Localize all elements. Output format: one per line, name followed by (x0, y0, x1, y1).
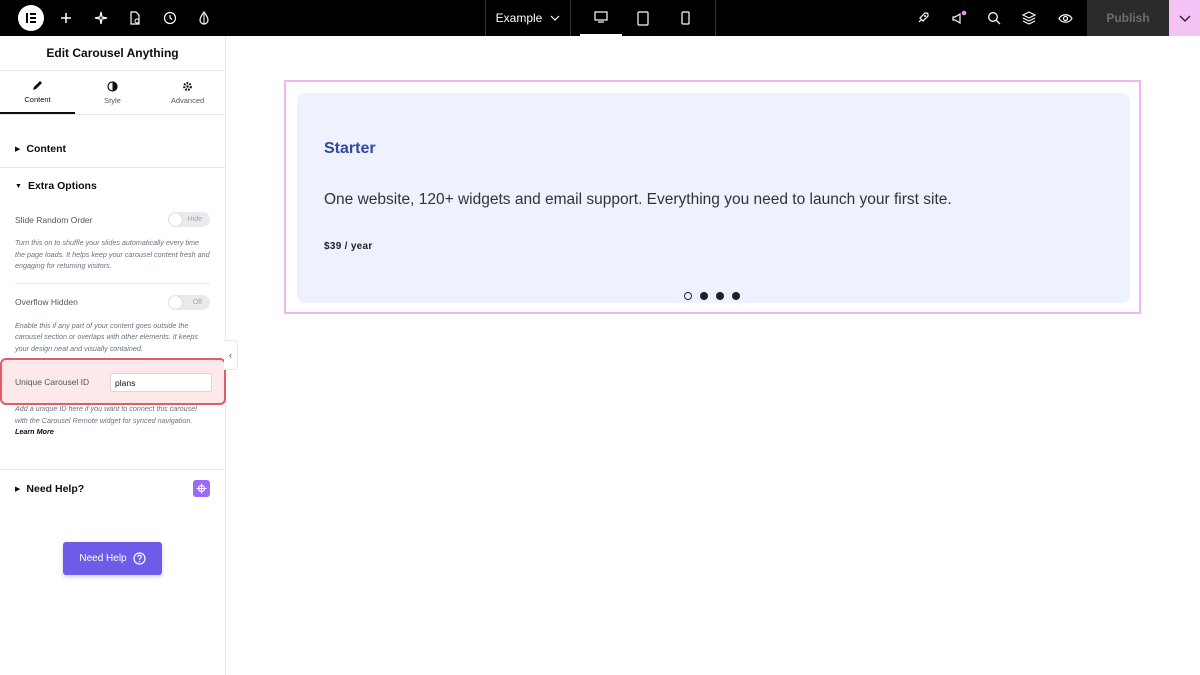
announcements-icon[interactable] (941, 0, 977, 36)
pagination-dot[interactable] (732, 292, 740, 300)
unique-carousel-id-label: Unique Carousel ID (15, 376, 90, 387)
chevron-down-icon (550, 15, 560, 21)
pagination-dot[interactable] (700, 292, 708, 300)
need-help-button[interactable]: Need Help (63, 542, 162, 575)
editor-panel: Edit Carousel Anything Content Style Adv… (0, 36, 226, 675)
overflow-hidden-label: Overflow Hidden (15, 297, 78, 307)
slide-price: $39 / year (324, 241, 373, 252)
panel-title: Edit Carousel Anything (46, 46, 179, 60)
caret-down-icon: ▼ (15, 182, 22, 190)
publish-button[interactable]: Publish (1087, 0, 1169, 36)
rocket-icon[interactable] (905, 0, 941, 36)
section-need-help[interactable]: ▶ Need Help? (0, 480, 226, 497)
carousel-pagination (684, 292, 740, 300)
caret-right-icon: ▶ (15, 485, 21, 493)
slide-random-order-switch[interactable]: Hide (168, 212, 210, 227)
section-content-label: Content (26, 143, 67, 155)
panel-tabs: Content Style Advanced (0, 70, 225, 115)
overflow-hidden-switch[interactable]: Off (168, 294, 210, 310)
learn-more-link[interactable]: Learn More (15, 427, 54, 436)
section-extra-options-label: Extra Options (27, 180, 97, 192)
slide-text: One website, 120+ widgets and email supp… (324, 191, 952, 208)
collapse-panel-button[interactable]: ‹ (224, 340, 238, 370)
slide-random-order-description: Turn this on to shuffle your slides auto… (15, 238, 210, 270)
top-bar: Example Publish (0, 0, 1200, 36)
caret-right-icon: ▶ (15, 146, 21, 153)
section-content[interactable]: ▶ Content (0, 143, 225, 155)
document-title: Example (495, 11, 543, 25)
tab-advanced-label: Advanced (170, 95, 205, 105)
switch-text: Hide (187, 216, 202, 223)
carousel-widget[interactable]: Starter One website, 120+ widgets and em… (284, 80, 1141, 314)
slide-random-order-label: Slide Random Order (15, 214, 93, 225)
page-settings-icon[interactable] (117, 0, 153, 36)
search-icon[interactable] (976, 0, 1012, 36)
pagination-dot[interactable] (716, 292, 724, 300)
document-title-dropdown[interactable]: Example (485, 0, 571, 36)
tab-style-label: Style (104, 95, 121, 105)
history-icon[interactable] (152, 0, 188, 36)
chevron-left-icon: ‹ (229, 350, 232, 360)
unique-carousel-id-input[interactable]: plans (110, 373, 212, 392)
carousel-slide: Starter One website, 120+ widgets and em… (297, 93, 1130, 303)
unique-carousel-id-control: Unique Carousel ID plans (0, 358, 226, 405)
pencil-icon (33, 80, 42, 90)
tab-advanced[interactable]: Advanced (150, 71, 225, 114)
unique-carousel-id-description: Add a unique ID here if you want to conn… (0, 403, 226, 438)
half-circle-icon (107, 80, 118, 92)
theme-style-icon[interactable] (186, 0, 222, 36)
need-help-button-label: Need Help (79, 553, 127, 564)
chevron-down-icon (1179, 15, 1190, 22)
slide-random-order-control: Slide Random Order Hide (0, 212, 225, 227)
gear-icon (183, 81, 192, 91)
tab-content[interactable]: Content (0, 71, 75, 114)
publish-options-button[interactable] (1169, 0, 1200, 36)
preview-eye-icon[interactable] (1047, 0, 1083, 36)
plugin-badge-icon (193, 480, 210, 497)
section-extra-options[interactable]: ▼ Extra Options (0, 180, 225, 192)
add-icon[interactable] (48, 0, 84, 36)
divider (715, 0, 716, 36)
ai-sparkle-icon[interactable] (83, 0, 119, 36)
question-circle-icon (133, 552, 146, 565)
tablet-icon[interactable] (622, 0, 664, 36)
section-need-help-label: Need Help? (26, 482, 85, 495)
pagination-dot[interactable] (684, 292, 692, 300)
switch-text: Off (192, 298, 202, 306)
elementor-logo-icon[interactable] (13, 0, 49, 36)
structure-layers-icon[interactable] (1011, 0, 1047, 36)
switch-knob (169, 213, 182, 226)
mobile-icon[interactable] (664, 0, 706, 36)
tab-style[interactable]: Style (75, 71, 150, 114)
overflow-hidden-control: Overflow Hidden Off (0, 294, 225, 310)
tab-content-label: Content (24, 94, 51, 104)
slide-title: Starter (324, 140, 376, 157)
switch-knob (169, 295, 182, 309)
desktop-icon[interactable] (580, 0, 622, 36)
divider (0, 469, 226, 470)
unique-id-description-text: Add a unique ID here if you want to conn… (15, 404, 197, 425)
overflow-hidden-description: Enable this if any part of your content … (15, 320, 198, 353)
